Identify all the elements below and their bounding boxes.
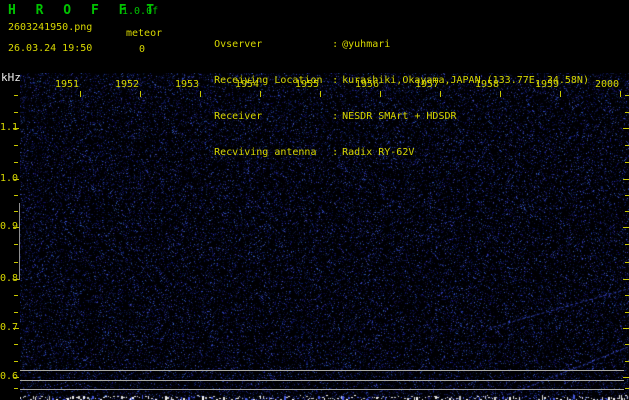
carrier-signal-line (20, 370, 624, 371)
freq-major-tick-left (13, 377, 19, 378)
freq-minor-tick-right (625, 195, 629, 196)
freq-minor-tick-left (14, 95, 18, 96)
separator: : (332, 147, 342, 159)
freq-minor-tick-left (14, 195, 18, 196)
time-tick-mark (620, 91, 621, 97)
freq-minor-tick-right (625, 361, 629, 362)
carrier-signal-line (20, 389, 624, 390)
time-tick-label: 1952 (113, 79, 141, 90)
location-row: Receiving Location:kurashiki,Okayama,JAP… (178, 63, 589, 75)
freq-major-tick-right (623, 279, 629, 280)
freq-minor-tick-left (14, 211, 18, 212)
hrofft-window: H R O F F T 1.0.0f 2603241950.png meteor… (0, 0, 629, 400)
freq-major-tick-right (623, 128, 629, 129)
freq-major-tick-left (13, 179, 19, 180)
antenna-row: Recviving antenna:Radix RY-62V (178, 135, 589, 147)
time-tick-mark (80, 91, 81, 97)
interference-column (19, 203, 20, 280)
meteor-count-value: 0 (134, 44, 150, 55)
freq-major-tick-right (623, 179, 629, 180)
station-info-block: Ovserver:@yuhmari Receiving Location:kur… (178, 3, 589, 171)
output-filename: 2603241950.png (8, 22, 92, 33)
freq-major-tick-left (13, 128, 19, 129)
freq-major-tick-right (623, 377, 629, 378)
freq-minor-tick-left (14, 361, 18, 362)
freq-minor-tick-right (625, 95, 629, 96)
observation-datetime: 26.03.24 19:50 (8, 43, 92, 54)
time-tick-label: 1951 (53, 79, 81, 90)
freq-minor-tick-right (625, 262, 629, 263)
freq-minor-tick-left (14, 295, 18, 296)
freq-unit-label: kHz (1, 71, 21, 84)
separator: : (332, 75, 342, 87)
separator: : (332, 111, 342, 123)
antenna-value: Radix RY-62V (342, 147, 414, 158)
carrier-signal-line (20, 380, 624, 381)
antenna-label: Recviving antenna (214, 147, 332, 159)
time-tick-mark (140, 91, 141, 97)
freq-minor-tick-right (625, 344, 629, 345)
freq-minor-tick-left (14, 244, 18, 245)
freq-minor-tick-left (14, 112, 18, 113)
freq-minor-tick-left (14, 162, 18, 163)
meteor-counter-label: meteor (126, 28, 162, 39)
receiver-value: NESDR SMArt + HDSDR (342, 111, 456, 122)
freq-minor-tick-right (625, 211, 629, 212)
freq-minor-tick-left (14, 262, 18, 263)
freq-major-tick-left (13, 279, 19, 280)
freq-minor-tick-right (625, 145, 629, 146)
freq-minor-tick-left (14, 344, 18, 345)
time-tick-label: 2000 (593, 79, 621, 90)
freq-major-tick-left (13, 227, 19, 228)
receiver-label: Receiver (214, 111, 332, 123)
freq-minor-tick-left (14, 312, 18, 313)
freq-minor-tick-right (625, 312, 629, 313)
freq-minor-tick-right (625, 388, 629, 389)
freq-minor-tick-right (625, 295, 629, 296)
receiver-row: Receiver:NESDR SMArt + HDSDR (178, 99, 589, 111)
location-label: Receiving Location (214, 75, 332, 87)
location-value: kurashiki,Okayama,JAPAN (133.77E, 34.58N… (342, 75, 589, 86)
separator: : (332, 39, 342, 51)
app-version: 1.0.0f (122, 6, 158, 17)
freq-major-tick-right (623, 227, 629, 228)
freq-major-tick-right (623, 328, 629, 329)
freq-minor-tick-left (14, 145, 18, 146)
freq-minor-tick-left (14, 388, 18, 389)
freq-minor-tick-right (625, 162, 629, 163)
observer-value: @yuhmari (342, 39, 390, 50)
freq-minor-tick-right (625, 244, 629, 245)
observer-row: Ovserver:@yuhmari (178, 27, 589, 39)
observer-label: Ovserver (214, 39, 332, 51)
freq-major-tick-left (13, 328, 19, 329)
freq-minor-tick-right (625, 112, 629, 113)
